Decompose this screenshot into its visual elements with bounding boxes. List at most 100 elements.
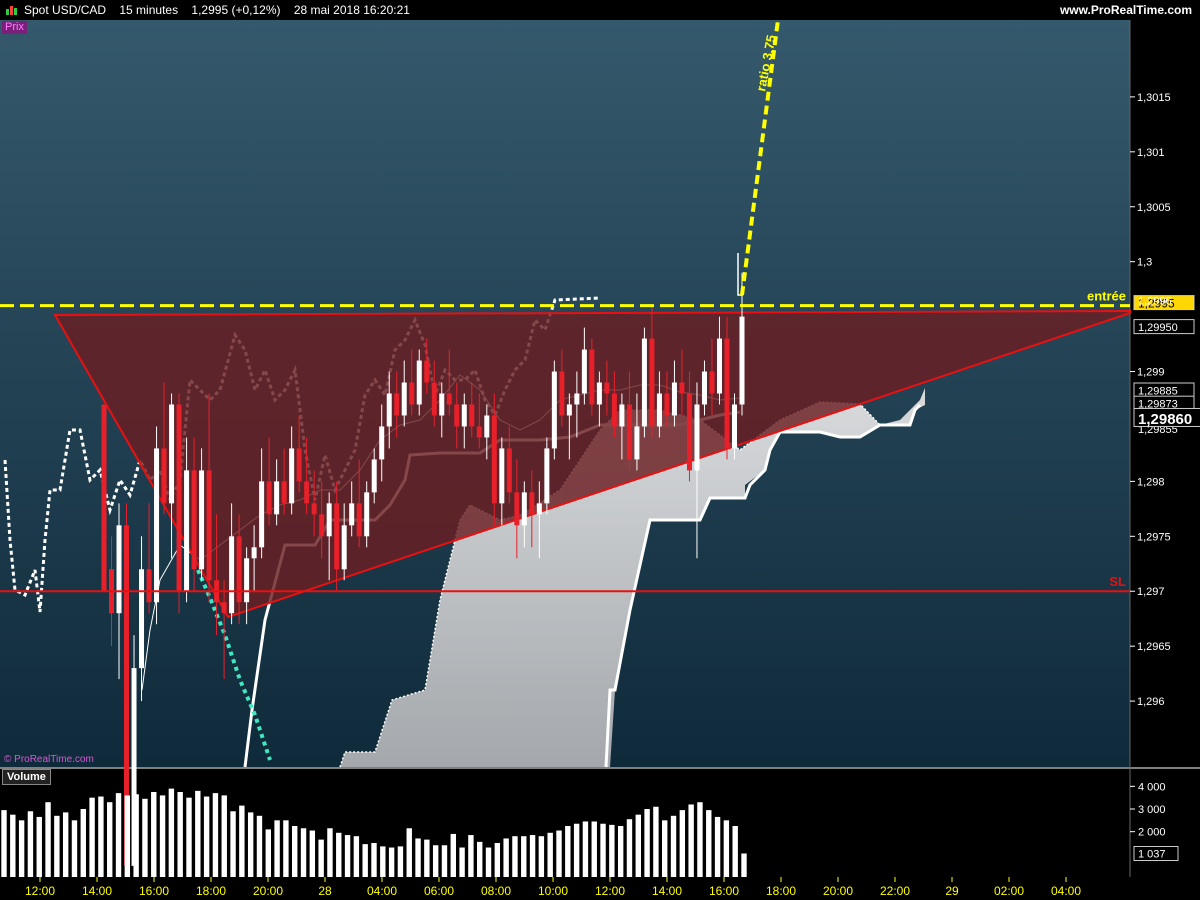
candle-body <box>559 371 565 416</box>
time-tick-label: 18:00 <box>766 884 796 898</box>
candle-body <box>461 404 467 427</box>
volume-bar <box>80 809 86 877</box>
time-tick-label: 12:00 <box>25 884 55 898</box>
price-tick-label: 1,297 <box>1137 586 1165 598</box>
candle-body <box>514 492 520 526</box>
candle-body <box>469 404 475 427</box>
volume-bar <box>485 847 492 877</box>
volume-bar <box>653 806 659 877</box>
last-price: 1,2995 (+0,12%) <box>191 3 281 17</box>
volume-bar <box>318 839 324 877</box>
time-tick-label: 10:00 <box>538 884 568 898</box>
volume-bar <box>468 835 474 877</box>
volume-bar <box>212 793 219 877</box>
time-tick-label: 18:00 <box>196 884 226 898</box>
candle-body <box>191 470 197 570</box>
time-tick-label: 28 <box>318 884 332 898</box>
candle-body <box>251 547 257 559</box>
candle-body <box>199 470 205 570</box>
candle-body <box>274 481 280 515</box>
candle-body <box>739 316 745 405</box>
candle-body <box>694 404 700 471</box>
volume-bar <box>406 828 412 877</box>
volume-tick-label: 4 000 <box>1138 781 1166 793</box>
volume-bar <box>670 815 677 877</box>
prix-label[interactable]: Prix <box>2 21 27 34</box>
volume-bar <box>344 835 351 877</box>
volume-bar <box>230 811 236 877</box>
volume-bar <box>679 810 686 877</box>
volume-bar <box>71 820 78 877</box>
price-marker-label: 1,2996 <box>1138 295 1172 307</box>
candle-body <box>619 404 625 427</box>
price-chart[interactable]: entrée SL 1,3015 1,301 1,3005 1,3 1,299 1,298 1… <box>0 0 1200 900</box>
volume-tick-label: 2 000 <box>1138 827 1166 839</box>
chart-title: Spot USD/CAD 15 minutes 1,2995 (+0,12%) … <box>24 0 410 20</box>
candle-body <box>641 338 647 427</box>
volume-bar <box>89 797 95 877</box>
volume-bar <box>697 802 703 877</box>
volume-bar <box>239 805 245 877</box>
candle-body <box>184 470 190 592</box>
price-tick-label: 1,3015 <box>1137 92 1171 104</box>
price-tick-label: 1,3005 <box>1137 202 1171 214</box>
level-label: SL <box>1109 574 1126 589</box>
volume-bar <box>133 794 139 877</box>
candle-body <box>484 415 490 438</box>
candle-body <box>319 514 325 537</box>
candle-body <box>116 525 122 614</box>
volume-bar <box>512 836 518 877</box>
candle-body <box>169 404 175 504</box>
time-tick-label: 20:00 <box>823 884 853 898</box>
time-tick-label: 29 <box>945 884 959 898</box>
volume-bar <box>617 826 624 877</box>
candle-body <box>266 481 272 515</box>
volume-bar <box>450 833 456 877</box>
candle-body <box>439 393 445 416</box>
volume-label[interactable]: Volume <box>2 769 51 785</box>
candle-body <box>431 382 437 416</box>
candle-body <box>724 338 730 449</box>
volume-bar <box>247 812 254 877</box>
volume-bar <box>706 810 712 877</box>
volume-bar <box>565 826 571 877</box>
candle-body <box>394 393 400 416</box>
candle-body <box>671 382 677 416</box>
time-tick-label: 16:00 <box>709 884 739 898</box>
volume-bar <box>159 795 166 877</box>
candle-body <box>506 448 512 493</box>
candle-body <box>221 602 227 614</box>
time-tick-label: 14:00 <box>652 884 682 898</box>
volume-bar <box>723 820 730 877</box>
volume-bar <box>256 815 263 877</box>
price-marker-label: 1,29860 <box>1138 411 1192 428</box>
candle-body <box>709 371 715 394</box>
candle-body <box>334 503 340 570</box>
volume-bar <box>714 816 721 877</box>
price-tick-label: 1,3 <box>1137 257 1152 269</box>
time-axis: 12:00 14:00 16:00 18:00 20:00 28 04:00 06:00 08:… <box>0 877 1200 900</box>
volume-bar <box>732 826 738 877</box>
volume-bar <box>300 828 307 877</box>
volume-bar <box>547 832 553 877</box>
volume-bar <box>591 821 597 877</box>
volume-bar <box>124 795 131 877</box>
candle-body <box>371 459 377 493</box>
site-link[interactable]: www.ProRealTime.com <box>1060 0 1192 20</box>
instrument-name: Spot USD/CAD <box>24 3 107 17</box>
volume-bar <box>1 810 7 877</box>
time-tick-label: 14:00 <box>82 884 112 898</box>
volume-bar <box>600 823 606 877</box>
time-tick-label: 12:00 <box>595 884 625 898</box>
candle-body <box>416 360 422 405</box>
volume-bar <box>556 830 562 877</box>
candle-body <box>304 481 310 504</box>
price-tick-label: 1,2975 <box>1137 531 1171 543</box>
candle-body <box>566 404 572 416</box>
candle-body <box>716 338 722 394</box>
volume-bar <box>353 836 360 877</box>
candle-body <box>349 503 355 526</box>
volume-bar <box>503 838 509 877</box>
bar-chart-icon <box>6 6 17 15</box>
volume-bar <box>609 824 615 877</box>
